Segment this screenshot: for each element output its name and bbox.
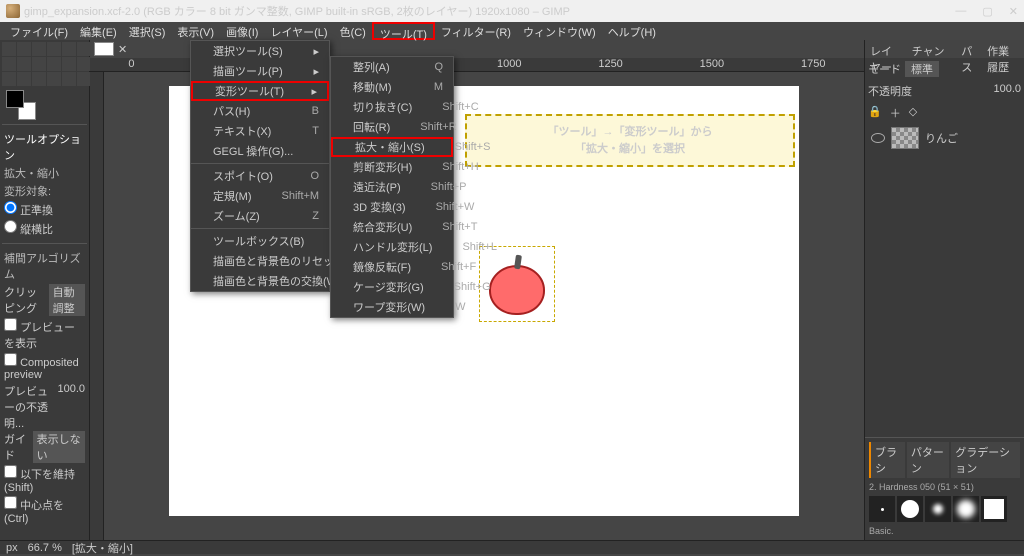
menu-item[interactable]: 拡大・縮小(S)Shift+S bbox=[331, 137, 453, 157]
tab-history[interactable]: 作業履歴 bbox=[982, 40, 1024, 58]
cb-preview[interactable] bbox=[4, 318, 17, 331]
right-panel: レイヤー チャンネル パス 作業履歴 モード 標準 不透明度 100.0 🔒 ＋… bbox=[864, 40, 1024, 540]
menu-layer[interactable]: レイヤー(L) bbox=[264, 22, 333, 40]
menu-item[interactable]: ワープ変形(W)W bbox=[331, 297, 453, 317]
transform-submenu: 整列(A)Q移動(M)M切り抜き(C)Shift+C回転(R)Shift+R拡大… bbox=[330, 56, 454, 318]
brush-grid bbox=[869, 496, 1020, 522]
menu-item[interactable]: 遠近法(P)Shift+P bbox=[331, 177, 453, 197]
layer-name[interactable]: りんご bbox=[925, 130, 958, 146]
menu-item[interactable]: 定規(M)Shift+M bbox=[191, 186, 329, 206]
close-button[interactable]: ✕ bbox=[1009, 5, 1018, 18]
titlebar: gimp_expansion.xcf-2.0 (RGB カラー 8 bit ガン… bbox=[0, 0, 1024, 22]
cb-center[interactable] bbox=[4, 496, 17, 509]
opacity-label: 不透明度 bbox=[868, 83, 912, 99]
menubar: ファイル(F) 編集(E) 選択(S) 表示(V) 画像(I) レイヤー(L) … bbox=[0, 22, 1024, 40]
algo-label: 補間アルゴリズム bbox=[4, 250, 85, 282]
menu-item[interactable]: 3D 変換(3)Shift+W bbox=[331, 197, 453, 217]
menu-tools[interactable]: ツール(T) bbox=[372, 22, 435, 40]
tab-channels[interactable]: チャンネル bbox=[907, 40, 957, 58]
menu-select[interactable]: 選択(S) bbox=[123, 22, 172, 40]
mode-select[interactable]: 標準 bbox=[905, 61, 939, 77]
menu-window[interactable]: ウィンドウ(W) bbox=[517, 22, 602, 40]
tab-brush[interactable]: ブラシ bbox=[869, 442, 905, 478]
opacity-value[interactable]: 100.0 bbox=[993, 83, 1021, 99]
apple-graphic bbox=[489, 265, 545, 315]
brush-name: 2. Hardness 050 (51 × 51) bbox=[869, 482, 1020, 492]
ruler-vertical bbox=[90, 72, 104, 540]
status-tool: [拡大・縮小] bbox=[72, 540, 133, 556]
menu-item[interactable]: 移動(M)M bbox=[331, 77, 453, 97]
app-icon bbox=[6, 4, 20, 18]
menu-item[interactable]: 整列(A)Q bbox=[331, 57, 453, 77]
menu-item[interactable]: 鏡像反転(F)Shift+F bbox=[331, 257, 453, 277]
menu-item[interactable]: 変形ツール(T)▸ bbox=[191, 81, 329, 101]
window-controls: — ▢ ✕ bbox=[955, 5, 1018, 18]
unit-select[interactable]: px bbox=[6, 542, 18, 554]
menu-item[interactable]: ズーム(Z)Z bbox=[191, 206, 329, 226]
menu-help[interactable]: ヘルプ(H) bbox=[602, 22, 662, 40]
mode-label: モード bbox=[868, 61, 901, 77]
zoom-select[interactable]: 66.7 % bbox=[28, 542, 62, 554]
menu-item[interactable]: テキスト(X)T bbox=[191, 121, 329, 141]
brush-basic: Basic. bbox=[869, 526, 1020, 536]
menu-item[interactable]: ツールボックス(B)Ctrl+B bbox=[191, 231, 329, 251]
brush-item[interactable] bbox=[869, 496, 895, 522]
menu-image[interactable]: 画像(I) bbox=[220, 22, 264, 40]
tab-close-icon[interactable]: ✕ bbox=[118, 43, 127, 56]
menu-item[interactable]: 回転(R)Shift+R bbox=[331, 117, 453, 137]
menu-item[interactable]: 統合変形(U)Shift+T bbox=[331, 217, 453, 237]
menu-item[interactable]: 描画色と背景色の交換(W)X bbox=[191, 271, 329, 291]
tab-layers[interactable]: レイヤー bbox=[865, 40, 907, 58]
menu-item[interactable]: 描画ツール(P)▸ bbox=[191, 61, 329, 81]
lock-icon[interactable]: 🔒 bbox=[868, 105, 882, 121]
tab-paths[interactable]: パス bbox=[956, 40, 982, 58]
menu-item[interactable]: 描画色と背景色のリセット(D)D bbox=[191, 251, 329, 271]
menu-item[interactable]: ケージ変形(G)Shift+G bbox=[331, 277, 453, 297]
tool-button[interactable] bbox=[2, 42, 16, 56]
statusbar: px 66.7 % [拡大・縮小] bbox=[0, 540, 1024, 554]
menu-filter[interactable]: フィルター(R) bbox=[435, 22, 517, 40]
lock-alpha-icon[interactable]: ◇ bbox=[909, 105, 917, 121]
menu-item[interactable]: ハンドル変形(L)Shift+L bbox=[331, 237, 453, 257]
layer-thumb bbox=[891, 127, 919, 149]
menu-edit[interactable]: 編集(E) bbox=[74, 22, 123, 40]
layer-row[interactable]: りんご bbox=[865, 124, 1024, 152]
window-title: gimp_expansion.xcf-2.0 (RGB カラー 8 bit ガン… bbox=[24, 3, 570, 19]
image-tab[interactable] bbox=[94, 42, 114, 56]
menu-color[interactable]: 色(C) bbox=[334, 22, 372, 40]
menu-item[interactable]: 選択ツール(S)▸ bbox=[191, 41, 329, 61]
menu-item[interactable]: 切り抜き(C)Shift+C bbox=[331, 97, 453, 117]
menu-item[interactable]: GEGL 操作(G)... bbox=[191, 141, 329, 161]
fgbg-swatch[interactable] bbox=[6, 90, 36, 120]
transform-target-label: 変形対象: bbox=[4, 183, 85, 199]
menu-view[interactable]: 表示(V) bbox=[171, 22, 220, 40]
left-panel: ツールオプション 拡大・縮小 変形対象: 正準換 縦横比 補間アルゴリズム クリ… bbox=[0, 40, 90, 540]
minimize-button[interactable]: — bbox=[955, 5, 966, 18]
menu-item[interactable]: スポイト(O)O bbox=[191, 166, 329, 186]
dock-tabs: レイヤー チャンネル パス 作業履歴 bbox=[865, 40, 1024, 58]
cb-composite[interactable] bbox=[4, 353, 17, 366]
cb-keep[interactable] bbox=[4, 465, 17, 478]
tab-pattern[interactable]: パターン bbox=[907, 442, 949, 478]
annotation-callout: 「ツール」→「変形ツール」から 「拡大・縮小」を選択 bbox=[465, 114, 795, 167]
lock-add-icon[interactable]: ＋ bbox=[890, 105, 901, 121]
radio-keepratio[interactable] bbox=[4, 220, 17, 233]
tab-gradient[interactable]: グラデーション bbox=[951, 442, 1020, 478]
menu-file[interactable]: ファイル(F) bbox=[4, 22, 74, 40]
maximize-button[interactable]: ▢ bbox=[982, 5, 992, 18]
tools-menu: 選択ツール(S)▸描画ツール(P)▸変形ツール(T)▸パス(H)Bテキスト(X)… bbox=[190, 40, 330, 292]
visibility-icon[interactable] bbox=[871, 133, 885, 143]
tool-options-title: ツールオプション bbox=[4, 131, 85, 163]
radio-normal[interactable] bbox=[4, 201, 17, 214]
toolbox bbox=[2, 42, 87, 86]
tool-name: 拡大・縮小 bbox=[4, 165, 85, 181]
menu-item[interactable]: パス(H)B bbox=[191, 101, 329, 121]
menu-item[interactable]: 剪断変形(H)Shift+H bbox=[331, 157, 453, 177]
